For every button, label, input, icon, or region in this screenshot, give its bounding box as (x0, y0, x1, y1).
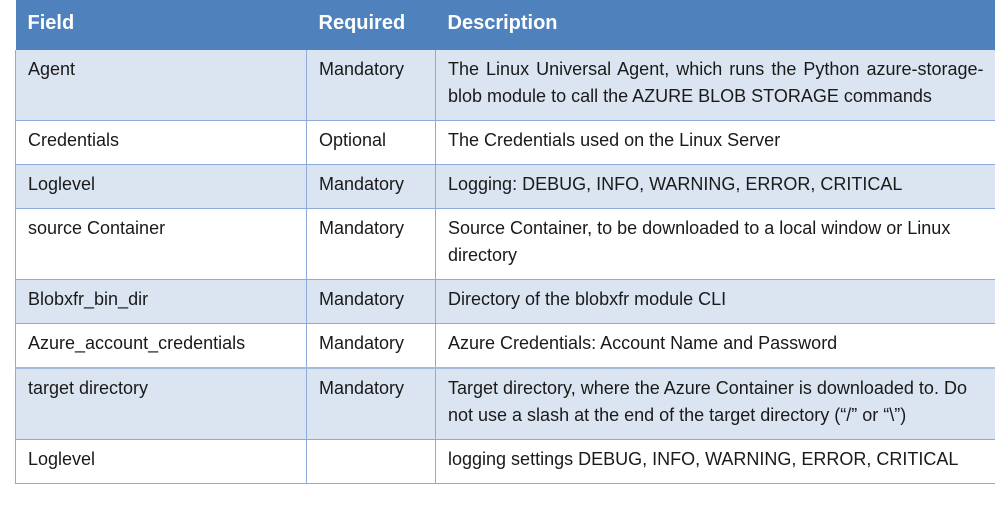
cell-field: source Container (15, 208, 307, 280)
table-row: Azure_account_credentials Mandatory Azur… (15, 323, 995, 369)
cell-description: The Credentials used on the Linux Server (435, 120, 995, 165)
table-header: Field Required Description (15, 0, 995, 50)
header-description: Description (435, 0, 995, 50)
table-row: Credentials Optional The Credentials use… (15, 120, 995, 165)
cell-required: Mandatory (306, 367, 436, 440)
cell-required: Mandatory (306, 279, 436, 324)
cell-field: Agent (15, 50, 307, 121)
cell-required: Mandatory (306, 50, 436, 121)
cell-description: Target directory, where the Azure Contai… (435, 367, 995, 440)
cell-description: Logging: DEBUG, INFO, WARNING, ERROR, CR… (435, 164, 995, 209)
cell-required: Optional (306, 120, 436, 165)
cell-field: Credentials (15, 120, 307, 165)
cell-required (306, 439, 436, 484)
cell-description: The Linux Universal Agent, which runs th… (435, 50, 995, 121)
table-row: source Container Mandatory Source Contai… (15, 208, 995, 280)
cell-description: Azure Credentials: Account Name and Pass… (435, 323, 995, 369)
table-row: Blobxfr_bin_dir Mandatory Directory of t… (15, 279, 995, 324)
cell-description: Source Container, to be downloaded to a … (435, 208, 995, 280)
header-row: Field Required Description (15, 0, 995, 50)
cell-field: target directory (15, 367, 307, 440)
table-body: Agent Mandatory The Linux Universal Agen… (15, 50, 995, 484)
cell-required: Mandatory (306, 164, 436, 209)
cell-field: Loglevel (15, 439, 307, 484)
header-field: Field (15, 0, 307, 50)
cell-field: Azure_account_credentials (15, 323, 307, 369)
cell-required: Mandatory (306, 208, 436, 280)
table-row: Loglevel Mandatory Logging: DEBUG, INFO,… (15, 164, 995, 209)
table-row: Loglevel logging settings DEBUG, INFO, W… (15, 439, 995, 484)
header-required: Required (306, 0, 436, 50)
fields-table: Field Required Description Agent Mandato… (15, 0, 995, 484)
cell-required: Mandatory (306, 323, 436, 369)
table-row: Agent Mandatory The Linux Universal Agen… (15, 50, 995, 121)
cell-field: Loglevel (15, 164, 307, 209)
table-row: target directory Mandatory Target direct… (15, 367, 995, 440)
cell-field: Blobxfr_bin_dir (15, 279, 307, 324)
cell-description: Directory of the blobxfr module CLI (435, 279, 995, 324)
cell-description: logging settings DEBUG, INFO, WARNING, E… (435, 439, 995, 484)
